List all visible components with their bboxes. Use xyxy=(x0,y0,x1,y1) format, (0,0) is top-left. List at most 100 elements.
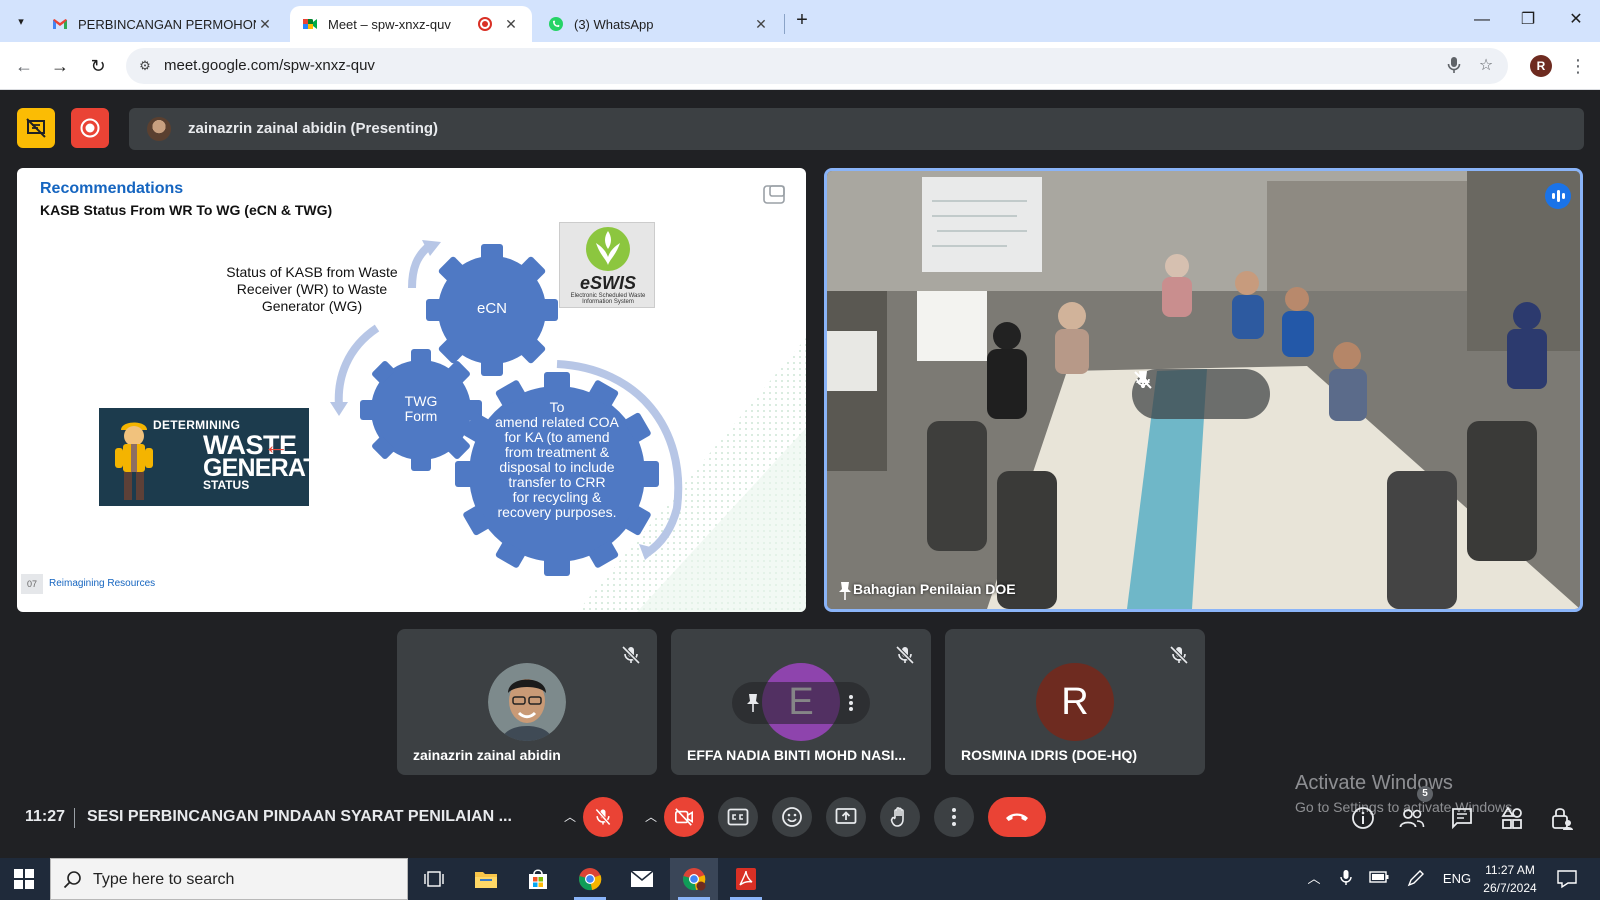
windows-start-icon[interactable] xyxy=(14,869,34,889)
tab-title: PERBINCANGAN PERMOHONA xyxy=(78,16,256,32)
microphone-icon[interactable] xyxy=(1444,56,1464,76)
tab-whatsapp[interactable]: (3) WhatsApp ✕ xyxy=(536,6,782,42)
windows-taskbar: Type here to search ︿ ENG 11:27 AM 26/7/… xyxy=(0,858,1600,900)
tab-close-icon[interactable]: ✕ xyxy=(256,16,274,33)
presentation-slide[interactable]: Recommendations KASB Status From WR To W… xyxy=(17,168,806,612)
slide-footer-text: Reimagining Resources xyxy=(49,578,156,589)
tab-title: Meet – spw-xnxz-quv xyxy=(328,16,451,32)
slide-number: 07 xyxy=(21,574,43,594)
hang-up-icon xyxy=(1006,813,1028,821)
more-options-icon[interactable] xyxy=(1132,369,1154,391)
layout-picture-icon[interactable] xyxy=(762,182,786,206)
present-screen-button[interactable] xyxy=(826,797,866,837)
minimize-icon[interactable]: — xyxy=(1462,8,1502,32)
tab-gmail[interactable]: PERBINCANGAN PERMOHONA ✕ xyxy=(40,6,286,42)
notification-center-icon[interactable] xyxy=(1556,869,1578,889)
browser-menu-icon[interactable]: ⋮ xyxy=(1568,54,1588,78)
audio-settings-chevron-icon[interactable]: ︿ xyxy=(560,805,580,829)
profile-avatar[interactable]: R xyxy=(1530,55,1552,77)
url-text[interactable]: meet.google.com/spw-xnxz-quv xyxy=(164,57,375,74)
activities-button[interactable] xyxy=(1498,804,1526,832)
present-screen-icon xyxy=(835,808,857,824)
pdf-icon xyxy=(736,868,756,890)
back-arrow-icon[interactable]: ← xyxy=(12,54,36,78)
mic-toggle-button[interactable] xyxy=(583,797,623,837)
browser-tab-bar: ▾ PERBINCANGAN PERMOHONA ✕ Meet – spw-xn… xyxy=(0,0,1600,42)
microsoft-store-button[interactable] xyxy=(514,858,562,900)
host-controls-side-button[interactable] xyxy=(1548,804,1576,832)
pinned-tile-label: Bahagian Penilaian DOE xyxy=(837,581,1016,600)
eswis-leaf-icon xyxy=(586,227,630,271)
video-settings-chevron-icon[interactable]: ︿ xyxy=(641,805,661,829)
meet-icon xyxy=(303,19,317,29)
leave-call-button[interactable] xyxy=(988,797,1046,837)
tab-meet[interactable]: Meet – spw-xnxz-quv ✕ xyxy=(290,6,532,42)
show-hidden-icons-chevron-icon[interactable]: ︿ xyxy=(1304,869,1324,889)
new-tab-button[interactable]: + xyxy=(790,9,814,33)
file-explorer-button[interactable] xyxy=(462,858,510,900)
pen-workspace-icon[interactable] xyxy=(1405,869,1427,889)
host-controls-button[interactable] xyxy=(17,108,55,148)
tray-microphone-icon[interactable] xyxy=(1336,869,1356,889)
tab-close-icon[interactable]: ✕ xyxy=(752,16,770,33)
tab-close-icon[interactable]: ✕ xyxy=(502,16,520,33)
chrome-profile-taskbar-button[interactable] xyxy=(670,858,718,900)
acrobat-button[interactable] xyxy=(722,858,770,900)
address-bar[interactable]: ⚙ meet.google.com/spw-xnxz-quv ☆ xyxy=(126,48,1508,84)
mic-off-icon xyxy=(595,808,611,826)
gear-big-line: for recycling & xyxy=(512,489,602,505)
taskbar-date: 26/7/2024 xyxy=(1483,881,1537,895)
folder-icon xyxy=(475,872,497,888)
taskbar-clock[interactable]: 11:27 AM 26/7/2024 xyxy=(1474,861,1546,897)
pin-icon[interactable] xyxy=(744,693,762,713)
forward-arrow-icon[interactable]: → xyxy=(48,54,72,78)
mail-button[interactable] xyxy=(618,858,666,900)
lock-person-icon xyxy=(1552,808,1573,830)
recording-button[interactable] xyxy=(71,108,109,148)
participant-tile[interactable]: E EFFA NADIA BINTI MOHD NASI... xyxy=(671,629,931,775)
participant-photo-avatar xyxy=(488,663,566,741)
reload-icon[interactable]: ↻ xyxy=(86,54,110,78)
slide-subtitle: KASB Status From WR To WG (eCN & TWG) xyxy=(40,202,333,218)
taskbar-search-box[interactable]: Type here to search xyxy=(50,858,408,900)
participant-tile[interactable]: zainazrin zainal abidin xyxy=(397,629,657,775)
pin-icon[interactable] xyxy=(837,581,853,601)
chat-button[interactable] xyxy=(1448,804,1476,832)
record-icon xyxy=(80,118,100,138)
task-view-button[interactable] xyxy=(410,858,458,900)
main-video-tile[interactable]: Bahagian Penilaian DOE xyxy=(824,168,1583,612)
watermark-line1: Activate Windows xyxy=(1295,772,1453,794)
restore-icon[interactable]: ❐ xyxy=(1508,8,1548,32)
banner-line4: STATUS xyxy=(203,478,250,492)
site-info-icon[interactable]: ⚙ xyxy=(136,57,154,75)
camera-toggle-button[interactable] xyxy=(664,797,704,837)
gear-big-line: for KA (to amend xyxy=(504,429,610,445)
slide-status-text: Status of KASB from Waste Receiver (WR) … xyxy=(226,264,398,314)
raise-hand-button[interactable] xyxy=(880,797,920,837)
input-language[interactable]: ENG xyxy=(1440,869,1474,889)
battery-icon[interactable] xyxy=(1368,869,1390,889)
worker-illustration-icon xyxy=(115,422,153,500)
presenter-name: zainazrin zainal abidin (Presenting) xyxy=(188,120,439,137)
more-options-icon[interactable] xyxy=(842,693,860,713)
store-bag-icon xyxy=(529,869,547,889)
reactions-button[interactable] xyxy=(772,797,812,837)
mic-off-icon xyxy=(1169,645,1189,665)
meeting-details-button[interactable] xyxy=(1349,804,1377,832)
main-tile-name: Bahagian Penilaian DOE xyxy=(853,581,1016,597)
presenting-bar[interactable]: zainazrin zainal abidin (Presenting) xyxy=(129,108,1584,150)
more-options-button[interactable] xyxy=(934,797,974,837)
gear-big-line: To xyxy=(549,399,565,415)
bookmark-star-icon[interactable]: ☆ xyxy=(1476,56,1496,76)
captions-button[interactable] xyxy=(718,797,758,837)
gear-big-label: To amend related COA for KA (to amend fr… xyxy=(472,400,642,520)
participant-tile[interactable]: R ROSMINA IDRIS (DOE-HQ) xyxy=(945,629,1205,775)
tab-search-chevron-icon[interactable]: ▾ xyxy=(8,9,34,33)
close-window-icon[interactable]: ✕ xyxy=(1556,8,1596,32)
recording-indicator-icon xyxy=(478,17,492,31)
speaking-indicator-icon xyxy=(1545,183,1571,209)
chat-icon xyxy=(1452,808,1472,829)
chrome-taskbar-button[interactable] xyxy=(566,858,614,900)
people-button[interactable] xyxy=(1398,804,1426,832)
gear-twg-line2: Form xyxy=(404,408,438,424)
